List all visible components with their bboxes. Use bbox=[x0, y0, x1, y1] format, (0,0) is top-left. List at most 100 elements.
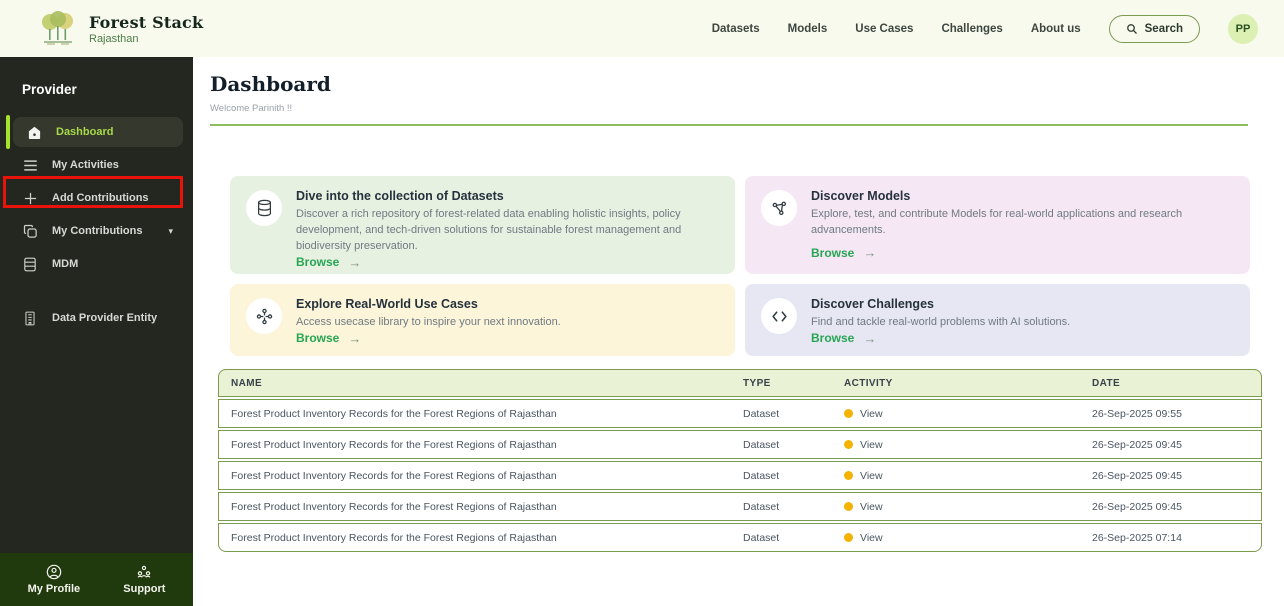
browse-datasets-link[interactable]: Browse → bbox=[296, 255, 719, 271]
body-frame: Provider Dashboard bbox=[0, 57, 1284, 606]
search-button-label: Search bbox=[1145, 23, 1183, 35]
cell-date: 26-Sep-2025 09:55 bbox=[1080, 408, 1261, 420]
brand-subtitle: Rajasthan bbox=[89, 33, 203, 45]
card-models: Discover Models Explore, test, and contr… bbox=[745, 176, 1250, 274]
table-row[interactable]: Forest Product Inventory Records for the… bbox=[218, 523, 1262, 552]
sidebar-title: Provider bbox=[22, 82, 193, 97]
arrow-right-icon: → bbox=[863, 245, 876, 260]
search-icon bbox=[1126, 23, 1138, 35]
cell-name: Forest Product Inventory Records for the… bbox=[219, 470, 731, 482]
cell-activity: View bbox=[832, 408, 1080, 420]
browse-models-link[interactable]: Browse → bbox=[811, 245, 1234, 261]
browse-challenges-link[interactable]: Browse → bbox=[811, 331, 1234, 347]
card-title: Explore Real-World Use Cases bbox=[296, 297, 719, 311]
activity-table: NAME TYPE ACTIVITY DATE Forest Product I… bbox=[218, 369, 1262, 552]
cell-type: Dataset bbox=[731, 470, 832, 482]
sidebar-item-mdm[interactable]: MDM bbox=[0, 248, 193, 280]
sidebar-item-label: Add Contributions bbox=[52, 192, 149, 204]
browse-use-cases-link[interactable]: Browse → bbox=[296, 331, 719, 347]
sidebar: Provider Dashboard bbox=[0, 57, 193, 606]
activity-label: View bbox=[860, 439, 883, 451]
sidebar-item-label: MDM bbox=[52, 258, 78, 270]
sidebar-footer: My Profile Support bbox=[0, 553, 193, 606]
sidebar-nav: Dashboard My Activities bbox=[0, 117, 193, 334]
card-datasets: Dive into the collection of Datasets Dis… bbox=[230, 176, 735, 274]
cell-type: Dataset bbox=[731, 408, 832, 420]
title-divider bbox=[210, 124, 1248, 126]
arrow-right-icon: → bbox=[348, 331, 361, 346]
card-use-cases: Explore Real-World Use Cases Access usec… bbox=[230, 284, 735, 356]
column-header-type: TYPE bbox=[731, 378, 832, 389]
card-description: Access usecase library to inspire your n… bbox=[296, 315, 719, 331]
activity-dot-icon bbox=[844, 471, 853, 480]
card-description: Discover a rich repository of forest-rel… bbox=[296, 207, 719, 255]
app-window: Forest Stack Rajasthan Datasets Models U… bbox=[0, 0, 1284, 606]
column-header-activity: ACTIVITY bbox=[832, 378, 1080, 389]
card-title: Discover Challenges bbox=[811, 297, 1234, 311]
table-row[interactable]: Forest Product Inventory Records for the… bbox=[218, 399, 1262, 428]
sidebar-footer-my-profile[interactable]: My Profile bbox=[28, 564, 81, 595]
sidebar-item-my-contributions[interactable]: My Contributions ▾ bbox=[0, 215, 193, 247]
card-content: Discover Models Explore, test, and contr… bbox=[811, 189, 1234, 261]
browse-label: Browse bbox=[811, 331, 854, 345]
database-icon bbox=[22, 257, 38, 272]
nav-datasets[interactable]: Datasets bbox=[712, 23, 760, 35]
search-button[interactable]: Search bbox=[1109, 15, 1200, 43]
card-title: Discover Models bbox=[811, 189, 1234, 203]
sidebar-item-label: Data Provider Entity bbox=[52, 312, 157, 324]
home-icon bbox=[26, 125, 42, 140]
brand-text: Forest Stack Rajasthan bbox=[89, 13, 203, 45]
user-avatar[interactable]: PP bbox=[1228, 14, 1258, 44]
nav-models[interactable]: Models bbox=[788, 23, 828, 35]
card-content: Discover Challenges Find and tackle real… bbox=[811, 297, 1234, 343]
sidebar-footer-label: My Profile bbox=[28, 583, 81, 595]
hub-cross-icon bbox=[246, 298, 282, 334]
activity-dot-icon bbox=[844, 440, 853, 449]
top-header: Forest Stack Rajasthan Datasets Models U… bbox=[0, 0, 1284, 57]
page-title: Dashboard bbox=[210, 72, 1264, 96]
card-content: Explore Real-World Use Cases Access usec… bbox=[296, 297, 719, 343]
sidebar-item-label: Dashboard bbox=[56, 126, 113, 138]
activity-label: View bbox=[860, 532, 883, 544]
column-header-date: DATE bbox=[1080, 378, 1261, 389]
table-row[interactable]: Forest Product Inventory Records for the… bbox=[218, 461, 1262, 490]
brand-title: Forest Stack bbox=[89, 13, 203, 32]
activity-label: View bbox=[860, 501, 883, 513]
sidebar-item-label: My Contributions bbox=[52, 225, 142, 237]
sidebar-item-data-provider-entity[interactable]: Data Provider Entity bbox=[0, 302, 193, 334]
main-content: Dashboard Welcome Parinith !! Dive into … bbox=[193, 57, 1284, 606]
nav-challenges[interactable]: Challenges bbox=[941, 23, 1002, 35]
sidebar-item-label: My Activities bbox=[52, 159, 119, 171]
list-icon bbox=[22, 159, 38, 172]
cell-type: Dataset bbox=[731, 501, 832, 513]
activity-dot-icon bbox=[844, 502, 853, 511]
nav-about-us[interactable]: About us bbox=[1031, 23, 1081, 35]
cell-name: Forest Product Inventory Records for the… bbox=[219, 532, 731, 544]
activity-dot-icon bbox=[844, 409, 853, 418]
sidebar-item-dashboard[interactable]: Dashboard bbox=[13, 117, 183, 147]
sidebar-footer-support[interactable]: Support bbox=[123, 564, 165, 595]
cell-date: 26-Sep-2025 09:45 bbox=[1080, 470, 1261, 482]
brand-logo[interactable]: Forest Stack Rajasthan bbox=[38, 10, 203, 48]
activity-label: View bbox=[860, 470, 883, 482]
arrow-right-icon: → bbox=[863, 331, 876, 346]
sidebar-item-add-contributions[interactable]: Add Contributions bbox=[0, 182, 193, 214]
card-title: Dive into the collection of Datasets bbox=[296, 189, 719, 203]
cell-type: Dataset bbox=[731, 439, 832, 451]
card-description: Find and tackle real-world problems with… bbox=[811, 315, 1234, 331]
database-icon bbox=[246, 190, 282, 226]
activity-label: View bbox=[860, 408, 883, 420]
sidebar-item-my-activities[interactable]: My Activities bbox=[0, 149, 193, 181]
cell-name: Forest Product Inventory Records for the… bbox=[219, 408, 731, 420]
table-row[interactable]: Forest Product Inventory Records for the… bbox=[218, 430, 1262, 459]
building-icon bbox=[22, 311, 38, 326]
cell-name: Forest Product Inventory Records for the… bbox=[219, 501, 731, 513]
arrow-right-icon: → bbox=[348, 255, 361, 270]
cell-type: Dataset bbox=[731, 532, 832, 544]
browse-label: Browse bbox=[811, 246, 854, 260]
table-row[interactable]: Forest Product Inventory Records for the… bbox=[218, 492, 1262, 521]
forest-trees-icon bbox=[38, 10, 78, 48]
nav-use-cases[interactable]: Use Cases bbox=[855, 23, 913, 35]
column-header-name: NAME bbox=[219, 378, 731, 389]
cell-activity: View bbox=[832, 501, 1080, 513]
